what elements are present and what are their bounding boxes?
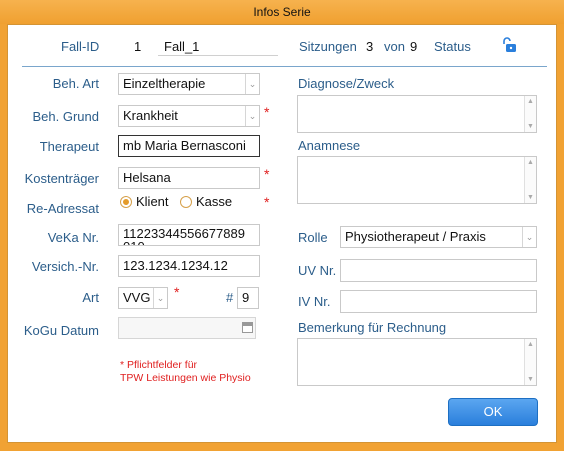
header-divider xyxy=(22,66,547,67)
scroll-down-icon[interactable]: ▼ xyxy=(525,123,536,130)
radio-kasse-label: Kasse xyxy=(196,194,233,209)
beh-art-select[interactable]: Einzeltherapie ⌄ xyxy=(118,73,260,95)
required-marker: * xyxy=(264,166,270,182)
bemerkung-scrollbar[interactable]: ▲ ▼ xyxy=(524,339,536,385)
required-note-line-2: TPW Leistungen wie Physio xyxy=(120,372,251,384)
kostentraeger-label: Kostenträger xyxy=(24,171,99,186)
therapeut-label: Therapeut xyxy=(39,139,99,154)
versich-value: 123.1234.1234.12 xyxy=(123,258,228,273)
bemerkung-label: Bemerkung für Rechnung xyxy=(298,320,447,335)
window-title-bar: Infos Serie xyxy=(0,0,564,24)
chevron-down-icon: ⌄ xyxy=(245,106,259,126)
beh-grund-value: Krankheit xyxy=(123,108,178,123)
rolle-value: Physiotherapeut / Praxis xyxy=(345,229,486,244)
diagnose-textarea[interactable]: ▲ ▼ xyxy=(297,95,537,133)
diagnose-label: Diagnose/Zweck xyxy=(298,76,395,91)
chevron-down-icon: ⌄ xyxy=(245,74,259,94)
kostentraeger-value: Helsana xyxy=(123,170,171,185)
scroll-down-icon[interactable]: ▼ xyxy=(525,194,536,201)
fall-name: Fall_1 xyxy=(164,39,200,54)
art-label: Art xyxy=(82,290,99,305)
required-marker: * xyxy=(174,284,180,300)
kostentraeger-field[interactable]: Helsana xyxy=(118,167,260,189)
beh-art-value: Einzeltherapie xyxy=(123,76,206,91)
chevron-down-icon: ⌄ xyxy=(153,288,167,308)
veka-field[interactable]: 11223344556677889 010 xyxy=(118,224,260,246)
fall-id-label: Fall-ID xyxy=(61,39,100,54)
art-select[interactable]: VVG ⌄ xyxy=(118,287,168,309)
calendar-icon[interactable] xyxy=(242,322,253,333)
required-note-line-1: * Pflichtfelder für xyxy=(120,359,198,371)
bemerkung-textarea[interactable]: ▲ ▼ xyxy=(297,338,537,386)
unlock-icon[interactable] xyxy=(501,36,517,54)
scroll-up-icon[interactable]: ▲ xyxy=(525,341,536,348)
beh-art-label: Beh. Art xyxy=(52,76,99,91)
uv-nr-label: UV Nr. xyxy=(298,263,337,278)
status-label: Status xyxy=(434,39,471,54)
anamnese-textarea[interactable]: ▲ ▼ xyxy=(297,156,537,204)
sitzungen-value: 3 xyxy=(366,39,374,54)
required-marker: * xyxy=(264,104,270,120)
rolle-label: Rolle xyxy=(298,230,328,245)
anamnese-label: Anamnese xyxy=(298,138,361,153)
infos-serie-panel: Fall-ID 1 Fall_1 Sitzungen 3 von 9 Statu… xyxy=(7,24,557,443)
hash-label: # xyxy=(226,290,234,305)
chevron-down-icon: ⌄ xyxy=(522,227,536,247)
therapeut-field[interactable]: mb Maria Bernasconi xyxy=(118,135,260,157)
scroll-up-icon[interactable]: ▲ xyxy=(525,159,536,166)
art-number-field[interactable]: 9 xyxy=(237,287,259,309)
rolle-select[interactable]: Physiotherapeut / Praxis ⌄ xyxy=(340,226,537,248)
beh-grund-select[interactable]: Krankheit ⌄ xyxy=(118,105,260,127)
required-note: * Pflichtfelder für TPW Leistungen wie P… xyxy=(120,359,251,385)
kogu-datum-label: KoGu Datum xyxy=(23,323,99,338)
sitzungen-label: Sitzungen xyxy=(299,39,357,54)
scroll-down-icon[interactable]: ▼ xyxy=(525,376,536,383)
von-value: 9 xyxy=(410,39,418,54)
versich-label: Versich.-Nr. xyxy=(31,259,99,274)
ok-button[interactable]: OK xyxy=(448,398,538,426)
von-label: von xyxy=(384,39,405,54)
diagnose-scrollbar[interactable]: ▲ ▼ xyxy=(524,96,536,132)
re-adressat-label: Re-Adressat xyxy=(26,201,99,216)
fall-id-value: 1 xyxy=(134,39,142,54)
radio-klient-label: Klient xyxy=(136,194,169,209)
art-value: VVG xyxy=(123,290,151,305)
art-number-value: 9 xyxy=(242,290,250,305)
radio-klient[interactable] xyxy=(120,196,132,208)
radio-kasse[interactable] xyxy=(180,196,192,208)
iv-nr-field[interactable] xyxy=(340,290,537,313)
fall-name-underline xyxy=(158,55,278,56)
uv-nr-field[interactable] xyxy=(340,259,537,282)
scroll-up-icon[interactable]: ▲ xyxy=(525,98,536,105)
beh-grund-label: Beh. Grund xyxy=(32,109,100,124)
veka-label: VeKa Nr. xyxy=(47,230,99,245)
versich-field[interactable]: 123.1234.1234.12 xyxy=(118,255,260,277)
kogu-datum-field[interactable] xyxy=(118,317,256,339)
window-title: Infos Serie xyxy=(253,5,311,19)
therapeut-value: mb Maria Bernasconi xyxy=(123,138,246,153)
iv-nr-label: IV Nr. xyxy=(298,294,331,309)
required-marker: * xyxy=(264,194,270,210)
anamnese-scrollbar[interactable]: ▲ ▼ xyxy=(524,157,536,203)
